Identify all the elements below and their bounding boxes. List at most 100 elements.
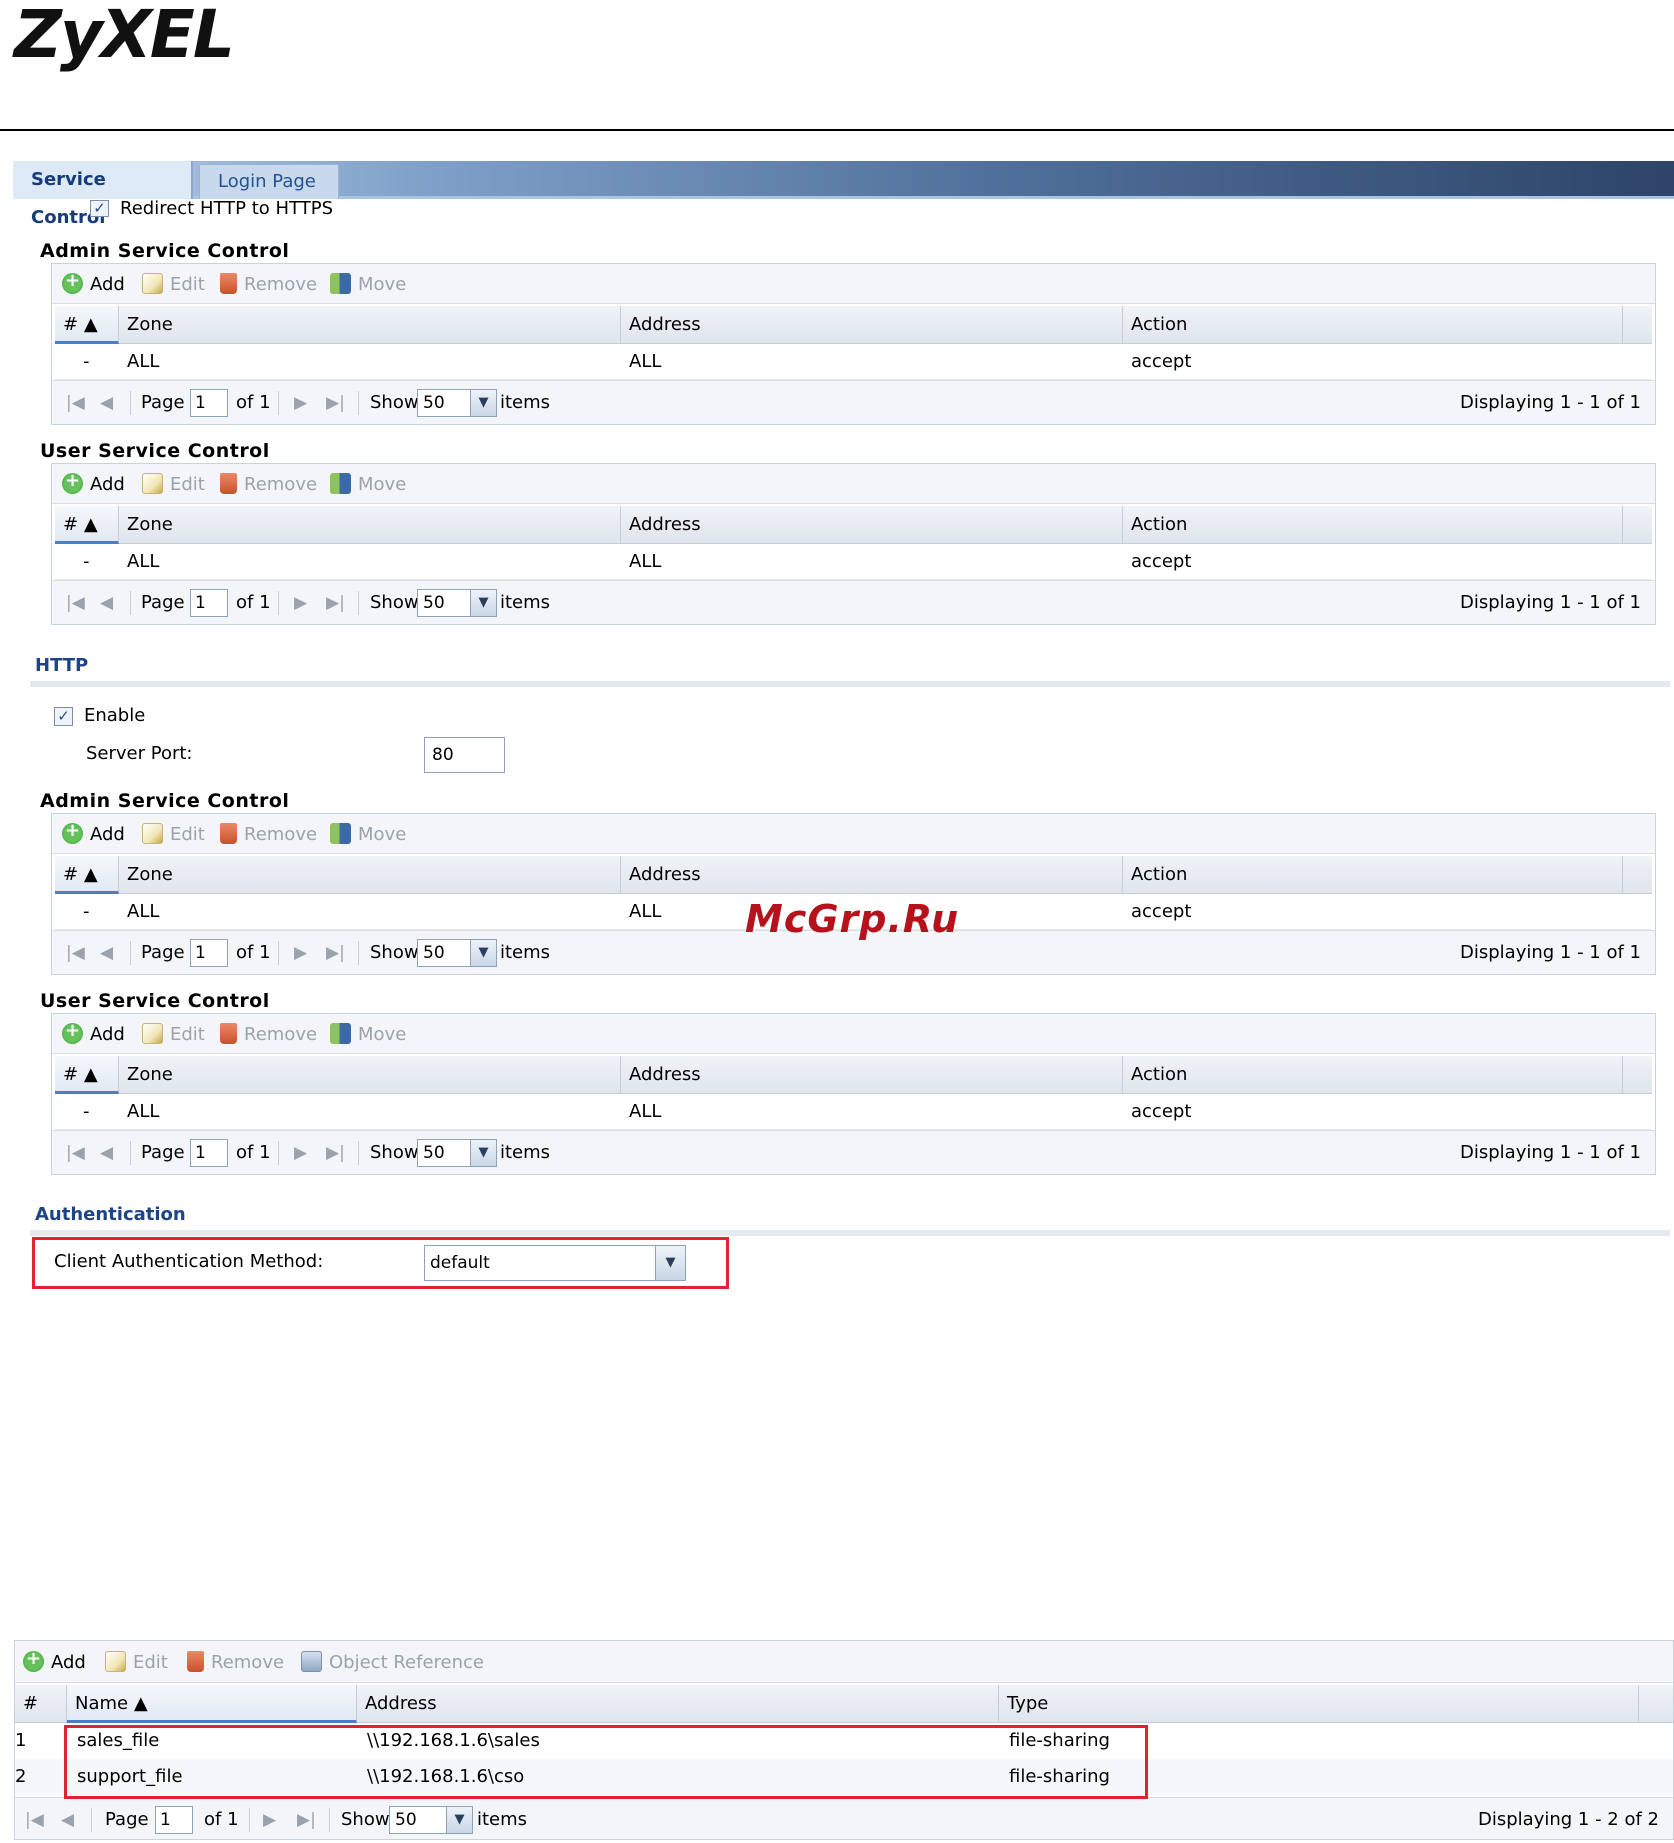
- col-header-zone[interactable]: Zone: [119, 306, 621, 344]
- add-icon: [62, 1020, 83, 1044]
- page-size-select[interactable]: 50 ▼: [417, 939, 497, 967]
- section-title-user-http: User Service Control: [40, 990, 270, 1012]
- tab-login-page[interactable]: Login Page: [199, 164, 339, 199]
- edit-button[interactable]: Edit: [105, 1651, 168, 1674]
- first-page-icon[interactable]: |◀: [66, 942, 85, 964]
- col-header-address[interactable]: Address: [621, 856, 1123, 894]
- move-icon: [330, 1023, 351, 1044]
- last-page-icon[interactable]: ▶|: [326, 1142, 345, 1164]
- col-header-number[interactable]: # ▲: [55, 856, 119, 894]
- cell-zone: ALL: [127, 551, 160, 572]
- page-input[interactable]: 1: [190, 389, 228, 417]
- next-page-icon[interactable]: ▶: [294, 592, 307, 614]
- first-page-icon[interactable]: |◀: [66, 592, 85, 614]
- page-size-select[interactable]: 50 ▼: [417, 1139, 497, 1167]
- col-header-action[interactable]: Action: [1123, 506, 1623, 544]
- first-page-icon[interactable]: |◀: [66, 1142, 85, 1164]
- remove-button[interactable]: Remove: [220, 823, 317, 846]
- page-size-select[interactable]: 50 ▼: [417, 589, 497, 617]
- prev-page-icon[interactable]: ◀: [100, 942, 113, 964]
- edit-button[interactable]: Edit: [142, 823, 205, 846]
- add-icon: [62, 470, 83, 494]
- page-input[interactable]: 1: [190, 1139, 228, 1167]
- col-header-number[interactable]: # ▲: [55, 506, 119, 544]
- table-row[interactable]: - ALL ALL accept: [55, 1094, 1652, 1130]
- col-header-address[interactable]: Address: [621, 1056, 1123, 1094]
- move-button[interactable]: Move: [330, 823, 406, 846]
- grid-header: # ▲ Zone Address Action: [55, 306, 1652, 344]
- remove-button[interactable]: Remove: [220, 273, 317, 296]
- http-enable-checkbox[interactable]: ✓: [54, 707, 73, 726]
- page-input[interactable]: 1: [190, 939, 228, 967]
- col-header-action[interactable]: Action: [1123, 856, 1623, 894]
- zyxel-logo: ZyXEL: [14, 0, 235, 73]
- prev-page-icon[interactable]: ◀: [100, 392, 113, 414]
- next-page-icon[interactable]: ▶: [294, 1142, 307, 1164]
- remove-button[interactable]: Remove: [220, 1023, 317, 1046]
- last-page-icon[interactable]: ▶|: [326, 942, 345, 964]
- client-auth-method-select[interactable]: default ▼: [424, 1245, 686, 1281]
- items-label: items: [500, 592, 551, 613]
- section-title-admin-http: Admin Service Control: [40, 790, 290, 812]
- col-header-action[interactable]: Action: [1123, 1056, 1623, 1094]
- grid-toolbar: Add Edit Remove Move: [52, 814, 1655, 854]
- col-header-address[interactable]: Address: [621, 506, 1123, 544]
- remove-button[interactable]: Remove: [220, 473, 317, 496]
- prev-page-icon[interactable]: ◀: [100, 1142, 113, 1164]
- prev-page-icon[interactable]: ◀: [100, 592, 113, 614]
- items-label: items: [500, 392, 551, 413]
- col-header-zone[interactable]: Zone: [119, 506, 621, 544]
- col-header-number[interactable]: # ▲: [55, 306, 119, 344]
- grid-toolbar: Add Edit Remove Move: [52, 464, 1655, 504]
- move-button[interactable]: Move: [330, 1023, 406, 1046]
- first-page-icon[interactable]: |◀: [66, 392, 85, 414]
- add-button[interactable]: Add: [62, 470, 125, 496]
- col-header-name[interactable]: Name ▲: [67, 1685, 357, 1723]
- move-button[interactable]: Move: [330, 473, 406, 496]
- last-page-icon[interactable]: ▶|: [326, 592, 345, 614]
- redirect-https-checkbox[interactable]: ✓: [90, 200, 109, 217]
- col-header-type[interactable]: Type: [999, 1685, 1639, 1723]
- table-row[interactable]: - ALL ALL accept: [55, 344, 1652, 380]
- page-count: of 1: [204, 1809, 239, 1830]
- col-header-number[interactable]: # ▲: [55, 1056, 119, 1094]
- table-row[interactable]: - ALL ALL accept: [55, 544, 1652, 580]
- chevron-down-icon: ▼: [470, 940, 496, 966]
- next-page-icon[interactable]: ▶: [263, 1809, 276, 1831]
- page-input[interactable]: 1: [190, 589, 228, 617]
- grid-header: # Name ▲ Address Type: [15, 1685, 1673, 1723]
- next-page-icon[interactable]: ▶: [294, 392, 307, 414]
- col-header-number[interactable]: #: [15, 1685, 67, 1723]
- edit-button[interactable]: Edit: [142, 273, 205, 296]
- col-header-zone[interactable]: Zone: [119, 856, 621, 894]
- tab-service-control[interactable]: Service Control: [13, 161, 193, 228]
- grid-toolbar: Add Edit Remove Move: [52, 1014, 1655, 1054]
- add-icon: [62, 270, 83, 294]
- add-button[interactable]: Add: [62, 1020, 125, 1046]
- add-button[interactable]: Add: [62, 270, 125, 296]
- move-button[interactable]: Move: [330, 273, 406, 296]
- server-port-input[interactable]: 80: [424, 737, 505, 773]
- cell-zone: ALL: [127, 351, 160, 372]
- add-button[interactable]: Add: [62, 820, 125, 846]
- edit-button[interactable]: Edit: [142, 1023, 205, 1046]
- col-header-address[interactable]: Address: [357, 1685, 999, 1723]
- next-page-icon[interactable]: ▶: [294, 942, 307, 964]
- prev-page-icon[interactable]: ◀: [61, 1809, 74, 1831]
- server-port-label: Server Port:: [86, 743, 193, 764]
- last-page-icon[interactable]: ▶|: [297, 1809, 316, 1831]
- object-reference-button[interactable]: Object Reference: [301, 1651, 484, 1674]
- last-page-icon[interactable]: ▶|: [326, 392, 345, 414]
- first-page-icon[interactable]: |◀: [25, 1809, 44, 1831]
- remove-button[interactable]: Remove: [187, 1651, 284, 1674]
- page-size-select[interactable]: 50 ▼: [417, 389, 497, 417]
- page-size-select[interactable]: 50 ▼: [389, 1806, 473, 1834]
- chevron-down-icon: ▼: [470, 1140, 496, 1166]
- col-header-action[interactable]: Action: [1123, 306, 1623, 344]
- edit-button[interactable]: Edit: [142, 473, 205, 496]
- page-input[interactable]: 1: [155, 1806, 193, 1834]
- add-button[interactable]: Add: [23, 1648, 86, 1674]
- col-header-address[interactable]: Address: [621, 306, 1123, 344]
- col-header-zone[interactable]: Zone: [119, 1056, 621, 1094]
- admin-service-grid-http: Add Edit Remove Move # ▲ Zone Address Ac…: [51, 813, 1656, 975]
